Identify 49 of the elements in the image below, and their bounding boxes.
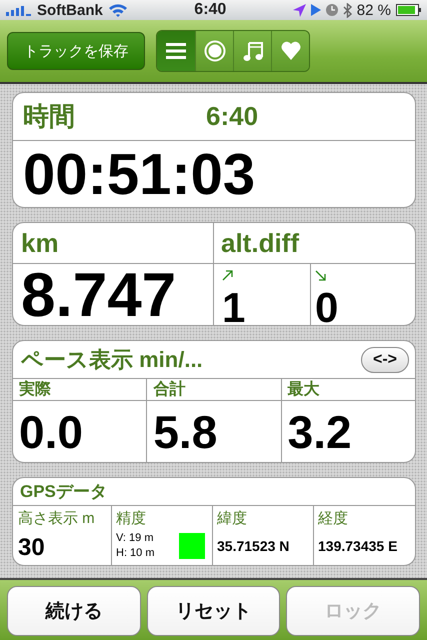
segment-tab[interactable] (195, 31, 233, 71)
segment-tab[interactable] (271, 31, 309, 71)
location-arrow-icon (292, 4, 306, 16)
record-icon (204, 40, 226, 62)
clock-time: 6:40 (206, 101, 258, 132)
ascent-value: 1 (222, 286, 246, 325)
toggle-button[interactable]: <-> (360, 346, 409, 372)
signal-icon (6, 4, 32, 16)
accuracy-label: 精度 (116, 509, 147, 528)
pace-value: 0.0 (19, 404, 83, 458)
pace-value: 5.8 (153, 404, 218, 458)
distance-value: 8.747 (21, 260, 176, 325)
longitude-value: 139.73435 E (318, 538, 398, 554)
battery-percent: 82 % (356, 2, 391, 18)
pace-title: ペース表示 min/... (21, 346, 203, 374)
music-note-icon (242, 40, 262, 62)
horizontal-accuracy: H: 10 m (116, 546, 156, 561)
pace-label: 実際 (19, 379, 51, 400)
latitude-label: 緯度 (217, 509, 248, 528)
altitude-label: 高さ表示 m (18, 509, 96, 528)
heart-icon (280, 41, 300, 61)
carrier-name: SoftBank (37, 2, 103, 18)
battery-icon (396, 4, 421, 16)
play-icon (310, 4, 321, 16)
elapsed-time: 00:51:03 (23, 140, 256, 207)
altitude-value: 30 (18, 534, 46, 562)
altitude-diff-label: alt.diff (221, 228, 299, 258)
action-button[interactable]: 続ける (7, 586, 141, 636)
vertical-accuracy: V: 19 m (116, 531, 154, 546)
pace-label: 最大 (288, 380, 320, 400)
gps-title: GPSデータ (20, 481, 107, 503)
pace-label: 合計 (153, 379, 186, 400)
pace-value: 3.2 (288, 404, 352, 458)
longitude-label: 経度 (318, 509, 349, 528)
wifi-icon (108, 3, 128, 17)
up-arrow-icon (222, 270, 233, 281)
descent-value: 0 (315, 286, 340, 325)
down-arrow-icon (315, 270, 326, 281)
time-label: 時間 (23, 100, 76, 133)
save-track-button[interactable]: トラックを保存 (7, 32, 145, 70)
distance-label: km (21, 228, 59, 258)
segment-tab[interactable] (233, 31, 271, 71)
bluetooth-icon (342, 2, 352, 18)
action-button[interactable]: リセット (146, 586, 280, 636)
menu-icon (166, 43, 186, 59)
clock-time: 6:40 (193, 1, 228, 19)
clock-icon (326, 4, 338, 16)
segment-tab[interactable] (157, 31, 195, 71)
latitude-value: 35.71523 N (217, 538, 290, 554)
